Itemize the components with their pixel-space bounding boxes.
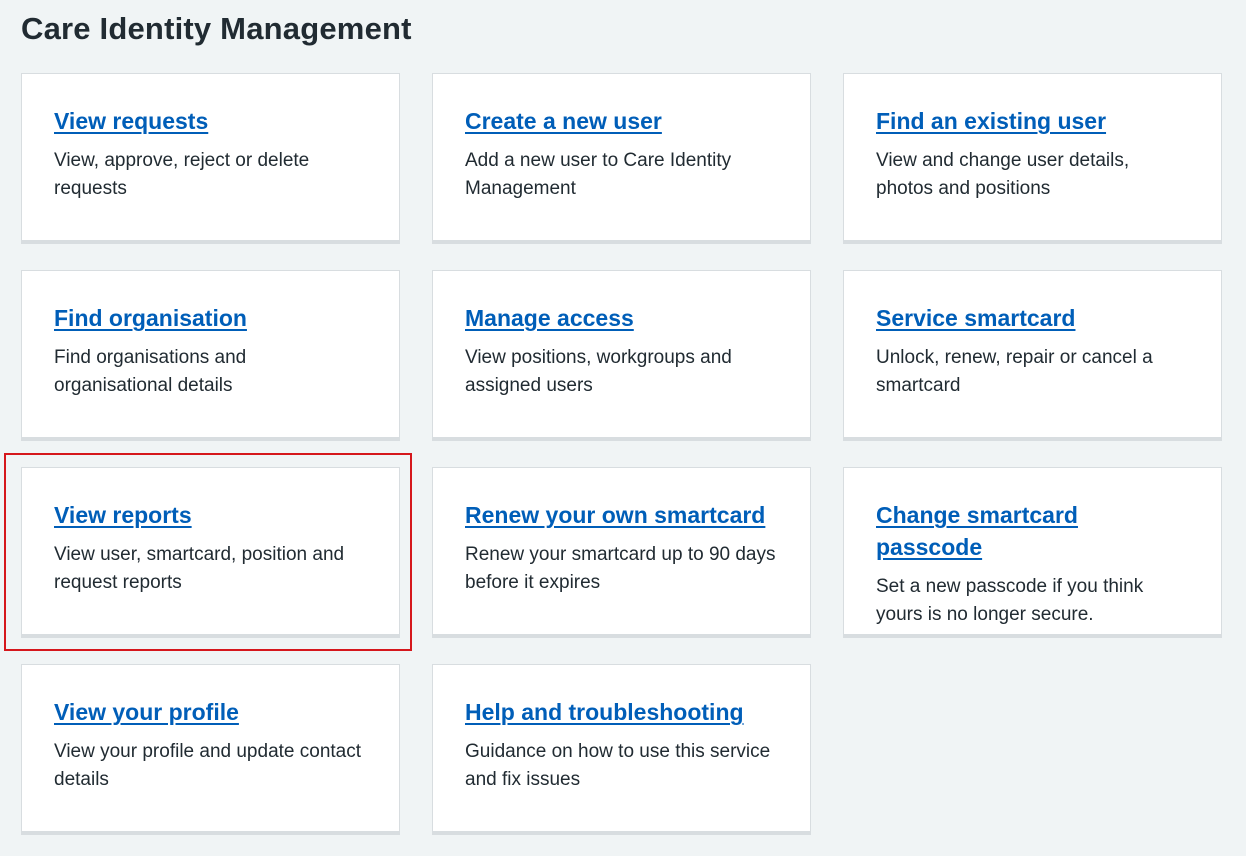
card-help-troubleshooting: Help and troubleshooting Guidance on how…	[432, 664, 811, 835]
card-description: Set a new passcode if you think yours is…	[876, 576, 1144, 625]
card-manage-access: Manage access View positions, workgroups…	[432, 270, 811, 441]
manage-access-link[interactable]: Manage access	[465, 302, 634, 334]
card-change-smartcard-passcode: Change smartcard passcode Set a new pass…	[843, 467, 1222, 638]
card-view-reports: View reports View user, smartcard, posit…	[21, 467, 400, 638]
create-new-user-link[interactable]: Create a new user	[465, 105, 662, 137]
card-description: Guidance on how to use this service and …	[465, 741, 771, 790]
card-grid: View requests View, approve, reject or d…	[21, 73, 1222, 835]
card-description: Unlock, renew, repair or cancel a smartc…	[876, 347, 1153, 396]
card-service-smartcard: Service smartcard Unlock, renew, repair …	[843, 270, 1222, 441]
card-description: View user, smartcard, position and reque…	[54, 544, 345, 593]
card-find-organisation: Find organisation Find organisations and…	[21, 270, 400, 441]
card-renew-own-smartcard: Renew your own smartcard Renew your smar…	[432, 467, 811, 638]
change-smartcard-passcode-link[interactable]: Change smartcard passcode	[876, 499, 1189, 563]
card-description: View positions, workgroups and assigned …	[465, 347, 732, 396]
card-view-your-profile: View your profile View your profile and …	[21, 664, 400, 835]
service-smartcard-link[interactable]: Service smartcard	[876, 302, 1075, 334]
page-title: Care Identity Management	[21, 11, 412, 46]
find-organisation-link[interactable]: Find organisation	[54, 302, 247, 334]
card-create-new-user: Create a new user Add a new user to Care…	[432, 73, 811, 244]
card-view-requests: View requests View, approve, reject or d…	[21, 73, 400, 244]
card-description: Renew your smartcard up to 90 days befor…	[465, 544, 776, 593]
card-description: Add a new user to Care Identity Manageme…	[465, 150, 732, 199]
card-description: Find organisations and organisational de…	[54, 347, 247, 396]
card-description: View and change user details, photos and…	[876, 150, 1130, 199]
card-description: View, approve, reject or delete requests	[54, 150, 310, 199]
card-description: View your profile and update contact det…	[54, 741, 362, 790]
renew-own-smartcard-link[interactable]: Renew your own smartcard	[465, 499, 765, 531]
find-existing-user-link[interactable]: Find an existing user	[876, 105, 1106, 137]
view-reports-link[interactable]: View reports	[54, 499, 192, 531]
view-your-profile-link[interactable]: View your profile	[54, 696, 239, 728]
view-requests-link[interactable]: View requests	[54, 105, 208, 137]
help-troubleshooting-link[interactable]: Help and troubleshooting	[465, 696, 744, 728]
card-find-existing-user: Find an existing user View and change us…	[843, 73, 1222, 244]
